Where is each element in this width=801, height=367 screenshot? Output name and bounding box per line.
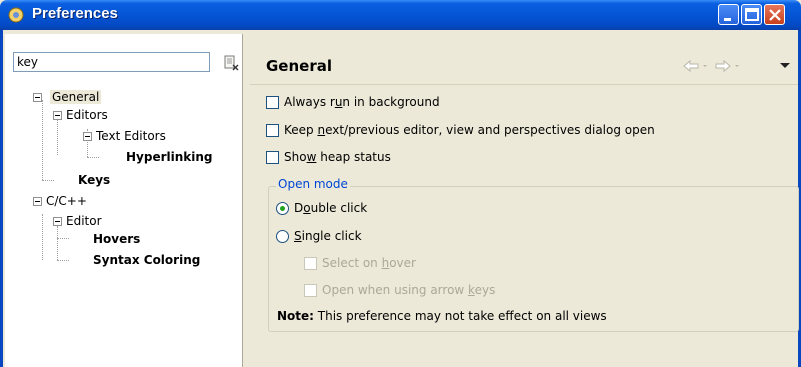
maximize-button[interactable]	[741, 4, 762, 25]
tree-item-label: Syntax Coloring	[93, 253, 201, 267]
tree-item-label: Editors	[66, 108, 108, 122]
window-title: Preferences	[32, 5, 118, 22]
forward-history-dropdown-icon[interactable]	[735, 65, 739, 67]
radio-button[interactable]	[276, 230, 289, 243]
minimize-icon	[724, 18, 731, 21]
radio-label: Single click	[294, 229, 362, 243]
checkbox-box	[304, 257, 317, 270]
tree-item-label: Hyperlinking	[126, 150, 213, 164]
note-label: Note:	[277, 309, 314, 323]
page-title: General	[266, 57, 332, 75]
view-menu-icon[interactable]	[780, 63, 790, 68]
checkbox-label: Show heap status	[284, 150, 391, 164]
expander-editor[interactable]	[53, 217, 62, 226]
tree-item-label: Text Editors	[96, 129, 166, 143]
expander-text-editors[interactable]	[83, 132, 92, 141]
tree-item-label: General	[52, 90, 100, 104]
checkbox-box	[304, 284, 317, 297]
maximize-icon	[745, 8, 759, 21]
radio-button[interactable]	[276, 202, 289, 215]
expander-editors[interactable]	[53, 111, 62, 120]
tree-item-hyperlinking[interactable]: Hyperlinking	[126, 150, 213, 164]
checkbox-box[interactable]	[266, 96, 279, 109]
tree-item-general[interactable]: General	[50, 90, 102, 104]
tree-item-label: Keys	[78, 173, 111, 187]
expander-general[interactable]	[33, 93, 42, 102]
page-navigation	[683, 59, 790, 73]
filter-input[interactable]	[13, 52, 210, 72]
page-header: General	[250, 34, 798, 85]
close-icon	[769, 9, 781, 21]
open-mode-legend: Open mode	[276, 177, 350, 191]
back-arrow-icon[interactable]	[683, 59, 699, 73]
radio-label: Double click	[294, 201, 368, 215]
checkbox-box[interactable]	[266, 151, 279, 164]
preferences-tree-pane: General Editors Text Editors Hyperlinkin…	[5, 34, 243, 367]
note-text: This preference may not take effect on a…	[313, 309, 607, 323]
preferences-icon	[8, 7, 24, 23]
expander-cpp[interactable]	[33, 197, 42, 206]
checkbox-label: Always run in background	[284, 95, 440, 109]
tree-item-label: C/C++	[46, 194, 87, 208]
back-history-dropdown-icon[interactable]	[703, 65, 707, 67]
title-bar: Preferences	[0, 0, 801, 30]
open-mode-note: Note: This preference may not take effec…	[277, 309, 607, 323]
checkbox-label: Select on hover	[322, 256, 416, 270]
checkbox-box[interactable]	[266, 124, 279, 137]
tree-item-label: Editor	[66, 214, 102, 228]
tree-item-keys[interactable]: Keys	[78, 173, 110, 187]
tree-item-editors[interactable]: Editors	[66, 108, 108, 122]
tree-item-syntax-coloring[interactable]: Syntax Coloring	[93, 253, 200, 267]
clear-filter-icon[interactable]	[223, 55, 239, 71]
tree-item-editor[interactable]: Editor	[66, 214, 102, 228]
tree-item-label: Hovers	[93, 232, 141, 246]
checkbox-label: Open when using arrow keys	[322, 283, 496, 297]
minimize-button[interactable]	[718, 4, 739, 25]
tree-item-hovers[interactable]: Hovers	[93, 232, 140, 246]
close-button[interactable]	[764, 4, 785, 25]
tree-item-text-editors[interactable]: Text Editors	[96, 129, 166, 143]
tree-item-cpp[interactable]: C/C++	[46, 194, 87, 208]
forward-arrow-icon[interactable]	[715, 59, 731, 73]
checkbox-label: Keep next/previous editor, view and pers…	[284, 123, 655, 137]
